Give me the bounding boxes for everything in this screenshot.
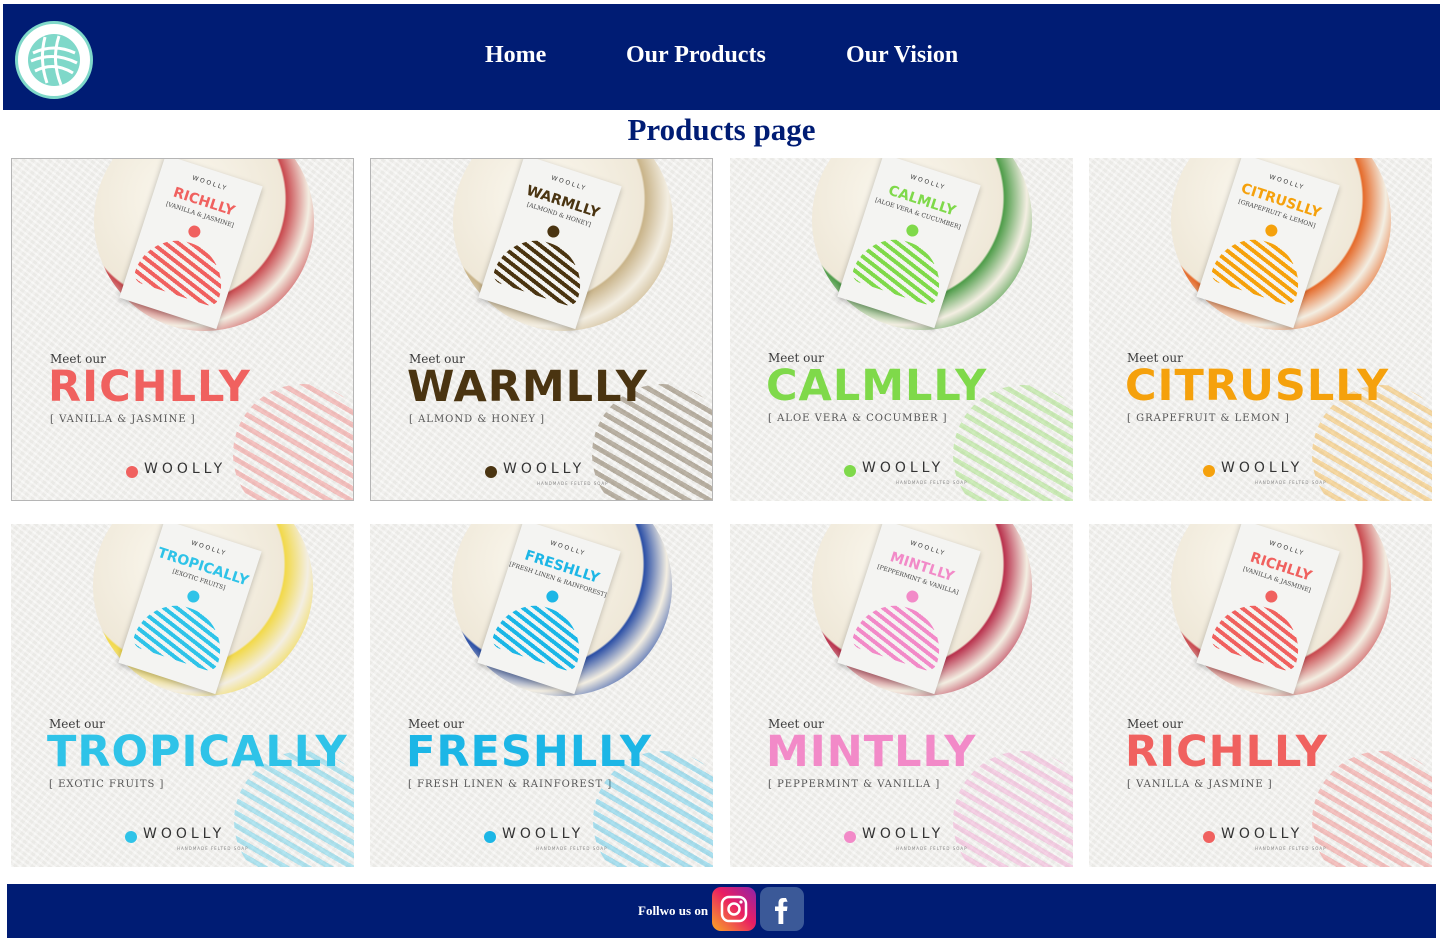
product-card[interactable]: WOOLLY WARMLLY [ALMOND & HONEY] Meet our… — [370, 158, 713, 501]
woolly-brand: WOOLLY — [143, 826, 226, 842]
woolly-brand-subtitle: HANDMADE FELTED SOAP — [1255, 846, 1327, 851]
product-name: RICHLLY — [48, 362, 251, 412]
woolly-brand-subtitle: HANDMADE FELTED SOAP — [896, 846, 968, 851]
woolly-brand: WOOLLY — [1221, 826, 1304, 842]
instagram-icon[interactable] — [712, 887, 756, 931]
woolly-brand-subtitle: HANDMADE FELTED SOAP — [177, 846, 249, 851]
nav-our-products[interactable]: Our Products — [626, 42, 766, 69]
yarn-ball-icon — [131, 594, 232, 673]
product-scent: [ ALOE VERA & COCUMBER ] — [768, 413, 948, 424]
yarn-ball-icon — [1209, 228, 1310, 307]
product-card[interactable]: WOOLLY RICHLLY [VANILLA & JASMINE] Meet … — [11, 158, 354, 501]
facebook-icon[interactable] — [760, 887, 804, 931]
product-card[interactable]: WOOLLY FRESHLLY [FRESH LINEN & RAINFORES… — [370, 524, 713, 867]
yarn-ball-icon — [850, 228, 951, 307]
woolly-logo-icon — [1203, 831, 1215, 843]
product-scent: [ GRAPEFRUIT & LEMON ] — [1127, 413, 1290, 424]
site-header: Home Our Products Our Vision — [3, 4, 1440, 110]
product-name: CALMLLY — [766, 361, 988, 411]
woolly-brand-subtitle: HANDMADE FELTED SOAP — [537, 481, 609, 486]
woolly-logo-icon — [1203, 465, 1215, 477]
yarn-ball-decoration-icon — [1312, 751, 1432, 867]
tag-dot — [186, 223, 202, 240]
yarn-ball-icon — [491, 229, 592, 308]
product-card[interactable]: WOOLLY RICHLLY [VANILLA & JASMINE] Meet … — [1089, 524, 1432, 867]
tag-dot — [904, 588, 920, 605]
product-name: MINTLLY — [766, 727, 977, 777]
product-card[interactable]: WOOLLY CITRUSLLY [GRAPEFRUIT & LEMON] Me… — [1089, 158, 1432, 501]
product-scent: [ EXOTIC FRUITS ] — [49, 779, 165, 790]
yarn-ball-icon — [132, 229, 233, 308]
product-scent: [ PEPPERMINT & VANILLA ] — [768, 779, 941, 790]
product-card[interactable]: WOOLLY TROPICALLY [EXOTIC FRUITS] Meet o… — [11, 524, 354, 867]
woolly-brand-subtitle: HANDMADE FELTED SOAP — [896, 480, 968, 485]
product-card[interactable]: WOOLLY MINTLLY [PEPPERMINT & VANILLA] Me… — [730, 524, 1073, 867]
woolly-logo-icon — [844, 465, 856, 477]
tag-dot — [545, 223, 561, 240]
page-title: Products page — [627, 112, 816, 147]
tag-dot — [185, 588, 201, 605]
tag-dot — [1263, 222, 1279, 239]
main-nav: Home Our Products Our Vision — [3, 42, 1440, 74]
yarn-ball-icon — [1209, 594, 1310, 673]
product-scent: [ VANILLA & JASMINE ] — [50, 414, 196, 425]
nav-our-vision[interactable]: Our Vision — [846, 42, 958, 69]
yarn-ball-decoration-icon — [233, 384, 353, 500]
product-card[interactable]: WOOLLY CALMLLY [ALOE VERA & CUCUMBER] Me… — [730, 158, 1073, 501]
woolly-brand-subtitle: HANDMADE FELTED SOAP — [536, 846, 608, 851]
follow-us-text: Follwo us on — [638, 903, 709, 918]
woolly-logo-icon — [485, 466, 497, 478]
woolly-logo-icon — [125, 831, 137, 843]
woolly-logo-icon — [484, 831, 496, 843]
product-scent: [ ALMOND & HONEY ] — [409, 414, 546, 425]
woolly-brand: WOOLLY — [502, 826, 585, 842]
site-footer: Follwo us on — [7, 884, 1436, 938]
woolly-brand: WOOLLY — [503, 461, 586, 477]
tag-dot — [1263, 588, 1279, 605]
product-name: RICHLLY — [1125, 727, 1328, 777]
nav-home[interactable]: Home — [485, 42, 546, 69]
woolly-brand-subtitle: HANDMADE FELTED SOAP — [1255, 480, 1327, 485]
woolly-brand: WOOLLY — [144, 461, 227, 477]
woolly-logo-icon — [126, 466, 138, 478]
product-scent: [ VANILLA & JASMINE ] — [1127, 779, 1273, 790]
tag-dot — [904, 222, 920, 239]
woolly-logo-icon — [844, 831, 856, 843]
yarn-ball-icon — [490, 594, 591, 673]
woolly-brand: WOOLLY — [862, 460, 945, 476]
product-scent: [ FRESH LINEN & RAINFOREST ] — [408, 779, 613, 790]
yarn-ball-icon — [850, 594, 951, 673]
tag-dot — [544, 588, 560, 605]
woolly-brand: WOOLLY — [1221, 460, 1304, 476]
woolly-brand: WOOLLY — [862, 826, 945, 842]
